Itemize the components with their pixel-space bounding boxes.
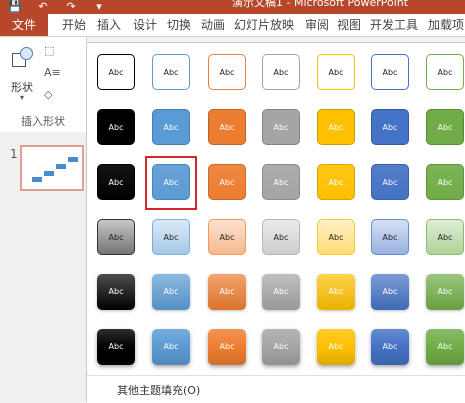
style-swatch-moderate-effect-orange[interactable]: Abc (208, 329, 246, 365)
slide-thumbnail[interactable] (20, 145, 84, 191)
merge-shapes-icon[interactable]: ◇ (44, 87, 66, 103)
style-swatch-colored-fill-orange[interactable]: Abc (208, 109, 246, 145)
tab-7[interactable]: 审阅 (305, 14, 329, 36)
style-swatch-light-gradient-green[interactable]: Abc (426, 219, 464, 255)
style-swatch-intense-effect-gold[interactable]: Abc (317, 274, 355, 310)
style-swatch-intense-effect-black[interactable]: Abc (97, 274, 135, 310)
shapes-icon (12, 47, 33, 67)
style-swatch-colored-outline-navy[interactable]: Abc (371, 54, 409, 90)
style-swatch-subtle-effect-orange[interactable]: Abc (208, 164, 246, 200)
style-swatch-colored-fill-gold[interactable]: Abc (317, 109, 355, 145)
tab-2[interactable]: 插入 (97, 14, 121, 36)
style-swatch-moderate-effect-black[interactable]: Abc (97, 329, 135, 365)
style-swatch-light-gradient-orange[interactable]: Abc (208, 219, 246, 255)
style-swatch-subtle-effect-gold[interactable]: Abc (317, 164, 355, 200)
tab-0[interactable]: 文件 (0, 14, 48, 36)
style-swatch-colored-outline-green[interactable]: Abc (426, 54, 464, 90)
tab-8[interactable]: 视图 (337, 14, 361, 36)
style-swatch-colored-fill-navy[interactable]: Abc (371, 109, 409, 145)
slide-number: 1 (10, 147, 18, 161)
chevron-down-icon: ▾ (19, 93, 24, 102)
style-swatch-subtle-effect-blue[interactable]: Abc (152, 164, 190, 200)
insert-shape-group: 形状 ▾ ⬚ A≡ ◇ 插入形状 (0, 37, 87, 132)
tab-9[interactable]: 开发工具 (370, 14, 418, 36)
window-title: 演示文稿1 - Microsoft PowerPoint (232, 0, 409, 9)
redo-icon[interactable]: ↷ (64, 1, 78, 13)
style-swatch-moderate-effect-navy[interactable]: Abc (371, 329, 409, 365)
style-swatch-light-gradient-navy[interactable]: Abc (371, 219, 409, 255)
style-swatch-moderate-effect-blue[interactable]: Abc (152, 329, 190, 365)
style-swatch-intense-effect-gray[interactable]: Abc (262, 274, 300, 310)
style-swatch-light-gradient-black[interactable]: Abc (97, 219, 135, 255)
style-swatch-moderate-effect-gold[interactable]: Abc (317, 329, 355, 365)
style-swatch-colored-outline-blue[interactable]: Abc (152, 54, 190, 90)
more-theme-fills-link[interactable]: 其他主题填充(O) (117, 382, 200, 398)
tab-3[interactable]: 设计 (133, 14, 157, 36)
customize-icon[interactable]: ▾ (92, 1, 106, 13)
style-swatch-intense-effect-navy[interactable]: Abc (371, 274, 409, 310)
text-box-icon[interactable]: A≡ (44, 65, 66, 81)
style-swatch-colored-fill-gray[interactable]: Abc (262, 109, 300, 145)
tab-1[interactable]: 开始 (62, 14, 86, 36)
edit-shape-icon[interactable]: ⬚ (44, 43, 66, 59)
style-swatch-subtle-effect-gray[interactable]: Abc (262, 164, 300, 200)
style-swatch-light-gradient-gold[interactable]: Abc (317, 219, 355, 255)
group-label: 插入形状 (21, 115, 65, 128)
style-swatch-moderate-effect-gray[interactable]: Abc (262, 329, 300, 365)
quick-access-toolbar: 💾 ↶ ↷ ▾ (8, 0, 106, 14)
title-bar: 💾 ↶ ↷ ▾ 演示文稿1 - Microsoft PowerPoint (0, 0, 465, 14)
style-swatch-light-gradient-gray[interactable]: Abc (262, 219, 300, 255)
tab-6[interactable]: 幻灯片放映 (234, 14, 294, 36)
style-swatch-intense-effect-green[interactable]: Abc (426, 274, 464, 310)
style-swatch-subtle-effect-navy[interactable]: Abc (371, 164, 409, 200)
save-icon[interactable]: 💾 (8, 1, 22, 13)
shape-button[interactable]: 形状 ▾ (4, 43, 40, 102)
tab-5[interactable]: 动画 (201, 14, 225, 36)
style-swatch-colored-outline-black[interactable]: Abc (97, 54, 135, 90)
style-swatch-colored-outline-gray[interactable]: Abc (262, 54, 300, 90)
style-swatch-colored-fill-blue[interactable]: Abc (152, 109, 190, 145)
style-swatch-light-gradient-blue[interactable]: Abc (152, 219, 190, 255)
gallery-footer: 其他主题填充(O) (87, 375, 465, 403)
style-swatch-intense-effect-blue[interactable]: Abc (152, 274, 190, 310)
style-swatch-colored-fill-green[interactable]: Abc (426, 109, 464, 145)
style-swatch-subtle-effect-green[interactable]: Abc (426, 164, 464, 200)
shape-style-gallery: 其他主题填充(O) Abc Abc Abc Abc Abc Abc Abc Abc Abc Abc… (86, 42, 465, 403)
ribbon-tabs: 文件 开始 插入 设计 切换 动画 幻灯片放映 审阅 视图 开发工具 加载项 (0, 14, 465, 37)
style-swatch-moderate-effect-green[interactable]: Abc (426, 329, 464, 365)
style-swatch-intense-effect-orange[interactable]: Abc (208, 274, 246, 310)
style-swatch-colored-outline-orange[interactable]: Abc (208, 54, 246, 90)
slide-pane: 1 (0, 133, 86, 402)
style-swatch-colored-outline-gold[interactable]: Abc (317, 54, 355, 90)
style-swatch-colored-fill-black[interactable]: Abc (97, 109, 135, 145)
style-swatch-subtle-effect-black[interactable]: Abc (97, 164, 135, 200)
tab-10[interactable]: 加载项 (428, 14, 464, 36)
undo-icon[interactable]: ↶ (36, 1, 50, 13)
tab-4[interactable]: 切换 (167, 14, 191, 36)
